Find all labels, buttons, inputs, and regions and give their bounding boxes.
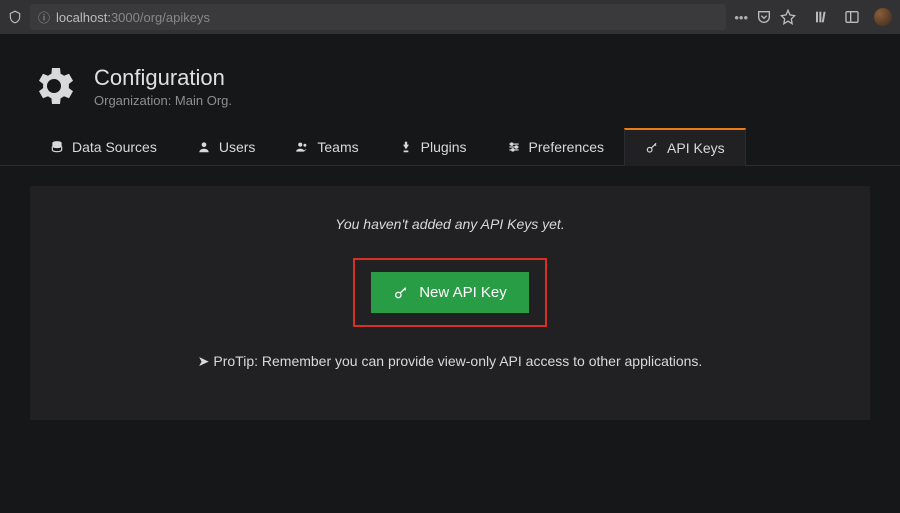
user-icon xyxy=(197,140,211,154)
tab-users[interactable]: Users xyxy=(177,128,276,165)
new-api-key-button[interactable]: New API Key xyxy=(371,272,529,313)
more-icon[interactable]: ••• xyxy=(734,10,748,25)
url-text: localhost:3000/org/apikeys xyxy=(56,10,210,25)
empty-state-message: You haven't added any API Keys yet. xyxy=(50,216,850,232)
users-icon xyxy=(295,140,309,154)
page-subtitle: Organization: Main Org. xyxy=(94,93,232,108)
content-panel: You haven't added any API Keys yet. New … xyxy=(30,186,870,420)
sliders-icon xyxy=(507,140,521,154)
rocket-icon: ➤ xyxy=(198,353,210,369)
highlight-annotation: New API Key xyxy=(353,258,547,327)
plug-icon xyxy=(399,140,413,154)
info-icon: ⓘ xyxy=(38,9,50,26)
tab-label: Preferences xyxy=(529,139,604,155)
button-label: New API Key xyxy=(419,284,507,301)
tab-label: Plugins xyxy=(421,139,467,155)
tab-teams[interactable]: Teams xyxy=(275,128,378,165)
url-input[interactable]: ⓘ localhost:3000/org/apikeys xyxy=(30,4,726,30)
protip-text: ➤ProTip: Remember you can provide view-o… xyxy=(50,353,850,370)
tab-api-keys[interactable]: API Keys xyxy=(624,128,746,166)
tab-label: Teams xyxy=(317,139,358,155)
shield-icon xyxy=(8,10,22,24)
tab-bar: Data Sources Users Teams Plugins Prefere… xyxy=(0,128,900,166)
page-header: Configuration Organization: Main Org. xyxy=(0,34,900,128)
tab-plugins[interactable]: Plugins xyxy=(379,128,487,165)
tab-label: Data Sources xyxy=(72,139,157,155)
tab-label: API Keys xyxy=(667,140,725,156)
bookmark-star-icon[interactable] xyxy=(780,9,796,25)
profile-avatar[interactable] xyxy=(874,8,892,26)
sidebar-icon[interactable] xyxy=(844,9,860,25)
database-icon xyxy=(50,140,64,154)
tab-preferences[interactable]: Preferences xyxy=(487,128,624,165)
tab-label: Users xyxy=(219,139,256,155)
key-icon xyxy=(645,141,659,155)
pocket-icon[interactable] xyxy=(756,9,772,25)
key-icon xyxy=(393,285,409,301)
tab-data-sources[interactable]: Data Sources xyxy=(30,128,177,165)
page-title: Configuration xyxy=(94,65,232,91)
library-icon[interactable] xyxy=(814,9,830,25)
gear-icon xyxy=(30,62,78,110)
browser-address-bar: ⓘ localhost:3000/org/apikeys ••• xyxy=(0,0,900,34)
